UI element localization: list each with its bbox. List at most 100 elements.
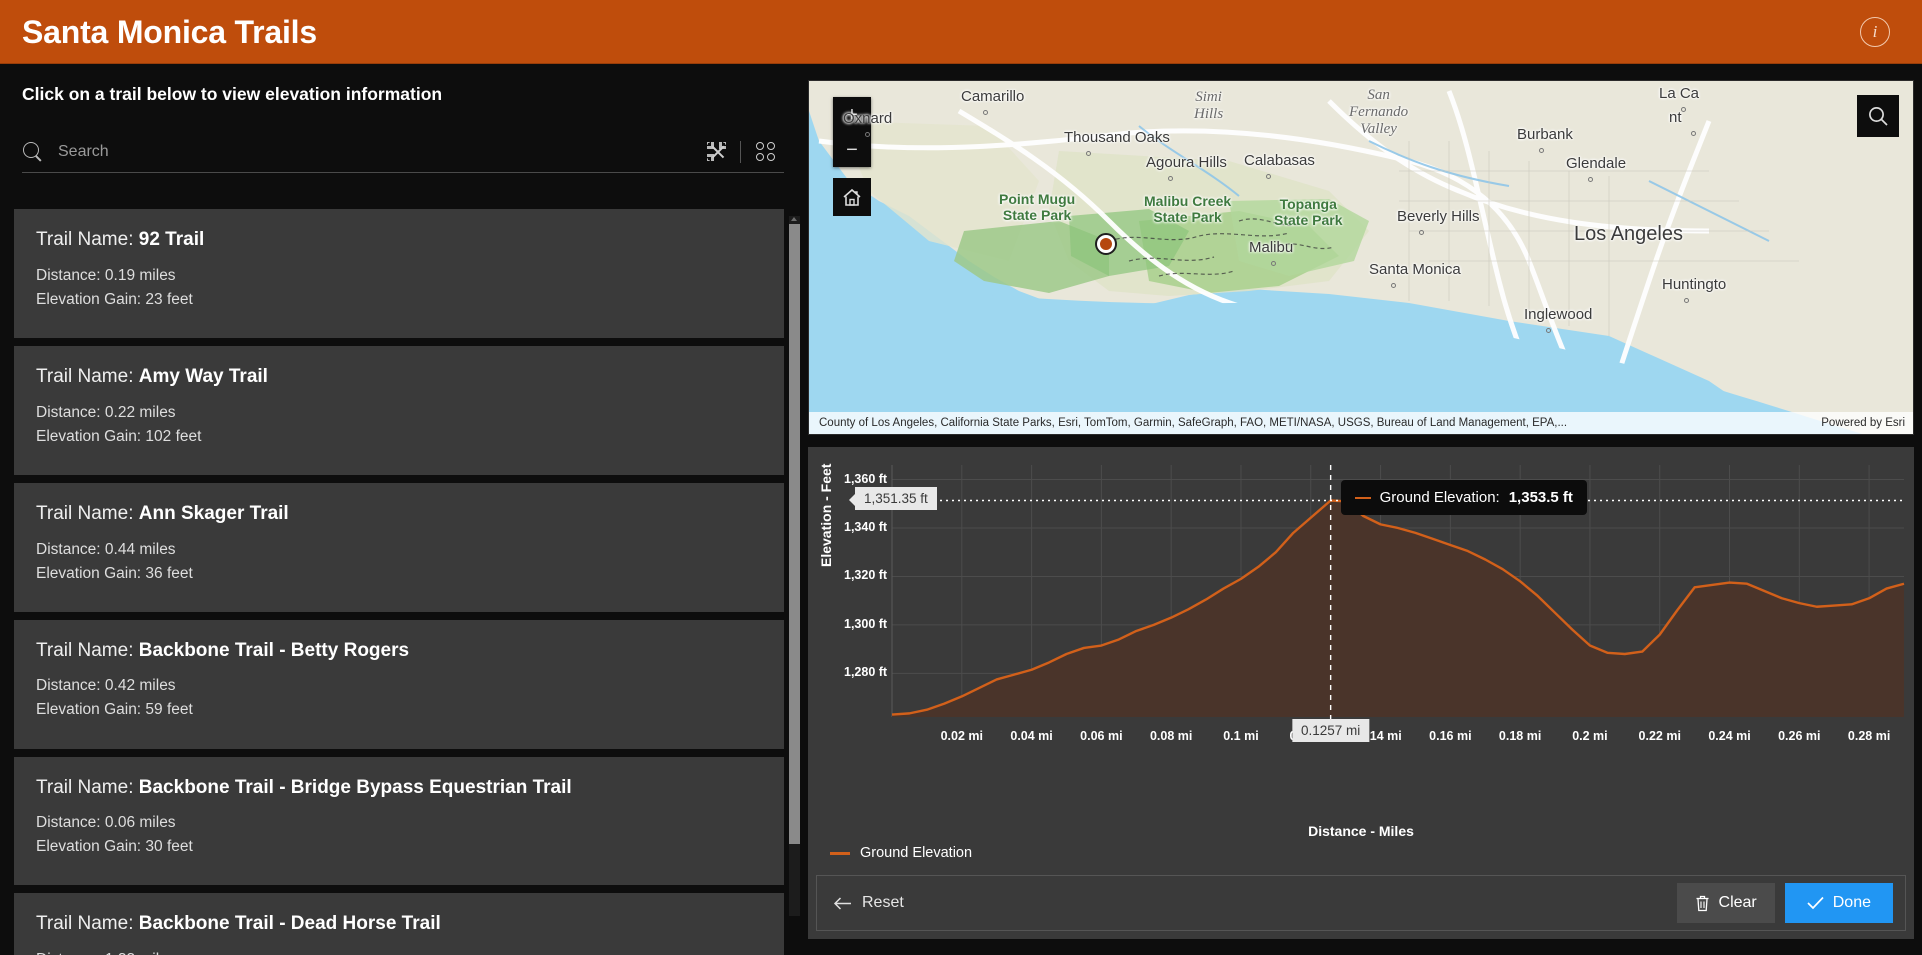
x-axis-tick-label: 0.2 mi [1572,729,1608,743]
trail-elevation-gain: Elevation Gain: 102 feet [36,427,202,445]
map-city-dot [1546,328,1551,333]
home-icon [843,188,861,206]
trail-card[interactable]: Trail Name: Ann Skager Trail Distance: 0.… [14,482,784,612]
trail-list[interactable]: Trail Name: 92 Trail Distance: 0.19 miles… [0,209,806,955]
action-bar: Reset Clear Done [816,875,1906,931]
x-axis-tick-label: 0.16 mi [1429,729,1472,743]
legend-swatch [830,851,850,855]
x-axis-tick-label: 0.18 mi [1498,729,1542,743]
trash-icon [1696,895,1709,911]
x-axis-tick-label: 0.04 mi [1010,729,1053,743]
check-icon [1807,896,1824,910]
search-tools [697,136,784,168]
trail-elevation-gain: Elevation Gain: 30 feet [36,838,193,856]
map-home-button[interactable] [833,178,871,216]
trail-name: Trail Name: 92 Trail [36,229,205,250]
x-axis-tick-label: 0.1 mi [1223,729,1259,743]
map-city-dot [1419,230,1424,235]
zoom-out-button[interactable]: − [833,132,871,167]
trail-elevation-gain: Elevation Gain: 36 feet [36,564,193,582]
trail-list-panel: Click on a trail below to view elevation… [0,64,806,955]
y-axis-tick-label: 1,340 ft [844,520,888,534]
map-city-dot [1086,151,1091,156]
trail-name-value: Backbone Trail - Betty Rogers [138,639,410,661]
trail-distance: Distance: 0.19 miles [36,266,176,284]
map-view[interactable]: + − Oxnard Camarillo Thousand Oaks Agoura H… [808,80,1914,435]
x-axis-tick-label: 0.22 mi [1638,729,1681,743]
tooltip-series-label: Ground Elevation: [1379,489,1500,507]
scrollbar-thumb[interactable] [789,224,800,844]
y-axis-tick-label: 1,320 ft [844,568,888,583]
chart-tooltip: Ground Elevation: 1,353.5 ft [1340,480,1587,516]
trail-distance: Distance: 0.22 miles [36,403,176,421]
map-city-dot [1271,261,1276,266]
panel-instruction: Click on a trail below to view elevation… [22,84,443,104]
search-icon [22,141,44,163]
trail-card[interactable]: Trail Name: Backbone Trail - Bridge Bypa… [14,756,784,886]
info-icon[interactable]: i [1860,16,1890,47]
clear-button[interactable]: Clear [1676,883,1775,923]
map-marker[interactable] [1095,233,1117,255]
tooltip-value: 1,353.5 ft [1508,489,1573,507]
trail-name-value: Amy Way Trail [138,365,268,387]
map-city-dot [1691,131,1696,136]
tooltip-series-swatch [1354,496,1371,500]
map-search-button[interactable] [1857,95,1899,137]
trail-name: Trail Name: Backbone Trail - Bridge Bypa… [36,776,572,798]
trail-elevation-gain: Elevation Gain: 23 feet [36,290,193,308]
trail-name: Trail Name: Ann Skager Trail [36,502,289,524]
clear-selection-icon [706,142,726,161]
map-city-dot [1391,283,1396,288]
trail-name-value: 92 Trail [138,229,205,250]
y-axis-tick-label: 1,300 ft [844,616,888,631]
x-cursor-label: 0.1257 mi [1291,719,1370,742]
done-label: Done [1832,894,1871,911]
zoom-in-button[interactable]: + [833,97,871,132]
x-axis-tick-label: 0.24 mi [1708,729,1751,743]
x-axis-title: Distance - Miles [1308,823,1414,839]
trail-card[interactable]: Trail Name: 92 Trail Distance: 0.19 miles… [14,209,784,338]
map-city-dot [1684,298,1689,303]
app-header: Santa Monica Trails i [0,0,1922,64]
trail-card[interactable]: Trail Name: Amy Way Trail Distance: 0.22 … [14,345,784,475]
trail-card[interactable]: Trail Name: Backbone Trail - Betty Roger… [14,619,784,749]
clear-selection-button[interactable] [697,136,735,168]
chart-plot-area[interactable]: Elevation - Feet 1,280 ft 1,300 ft 1,320 f… [808,447,1914,839]
y-axis-title: Elevation - Feet [818,463,834,567]
trail-name-value: Backbone Trail - Dead Horse Trail [138,913,441,935]
map-city-dot [865,132,870,137]
reset-button[interactable]: Reset [829,888,908,918]
grid-view-button[interactable] [746,136,784,168]
done-button[interactable]: Done [1784,883,1893,923]
search-input[interactable] [58,142,697,161]
scroll-up-arrow-icon[interactable] [791,217,797,221]
x-axis-tick-label: 0.02 mi [940,729,983,743]
trail-name: Trail Name: Amy Way Trail [36,365,268,387]
y-axis-tick-label: 1,360 ft [844,471,888,486]
list-scrollbar[interactable] [789,216,800,916]
tool-divider [740,140,741,163]
map-city-dot [1168,176,1173,181]
trail-distance: Distance: 0.42 miles [36,677,176,695]
arrow-left-icon [833,896,851,910]
trail-name: Trail Name: Backbone Trail - Betty Roger… [36,639,410,661]
trail-elevation-gain: Elevation Gain: 59 feet [36,701,193,719]
y-axis-tick-label: 1,280 ft [844,665,888,680]
attribution-text: County of Los Angeles, California State … [819,417,1568,429]
powered-by-esri: Powered by Esri [1821,417,1905,429]
x-axis-tick-label: 0.26 mi [1778,729,1821,743]
map-city-dot [1681,107,1686,112]
search-icon [1869,107,1888,126]
map-attribution: County of Los Angeles, California State … [809,412,1913,434]
app-root: Santa Monica Trails i Click on a trail b… [0,0,1922,955]
trail-card[interactable]: Trail Name: Backbone Trail - Dead Horse … [14,893,784,955]
map-city-dot [1588,177,1593,182]
search-bar [22,131,784,173]
x-axis-tick-label: 0.08 mi [1149,729,1193,743]
chart-legend[interactable]: Ground Elevation [830,845,972,861]
clear-label: Clear [1718,894,1757,911]
map-city-dot [983,110,988,115]
map-city-dot [1266,174,1271,179]
x-axis-tick-label: 0.06 mi [1080,729,1123,743]
legend-label: Ground Elevation [860,845,973,861]
